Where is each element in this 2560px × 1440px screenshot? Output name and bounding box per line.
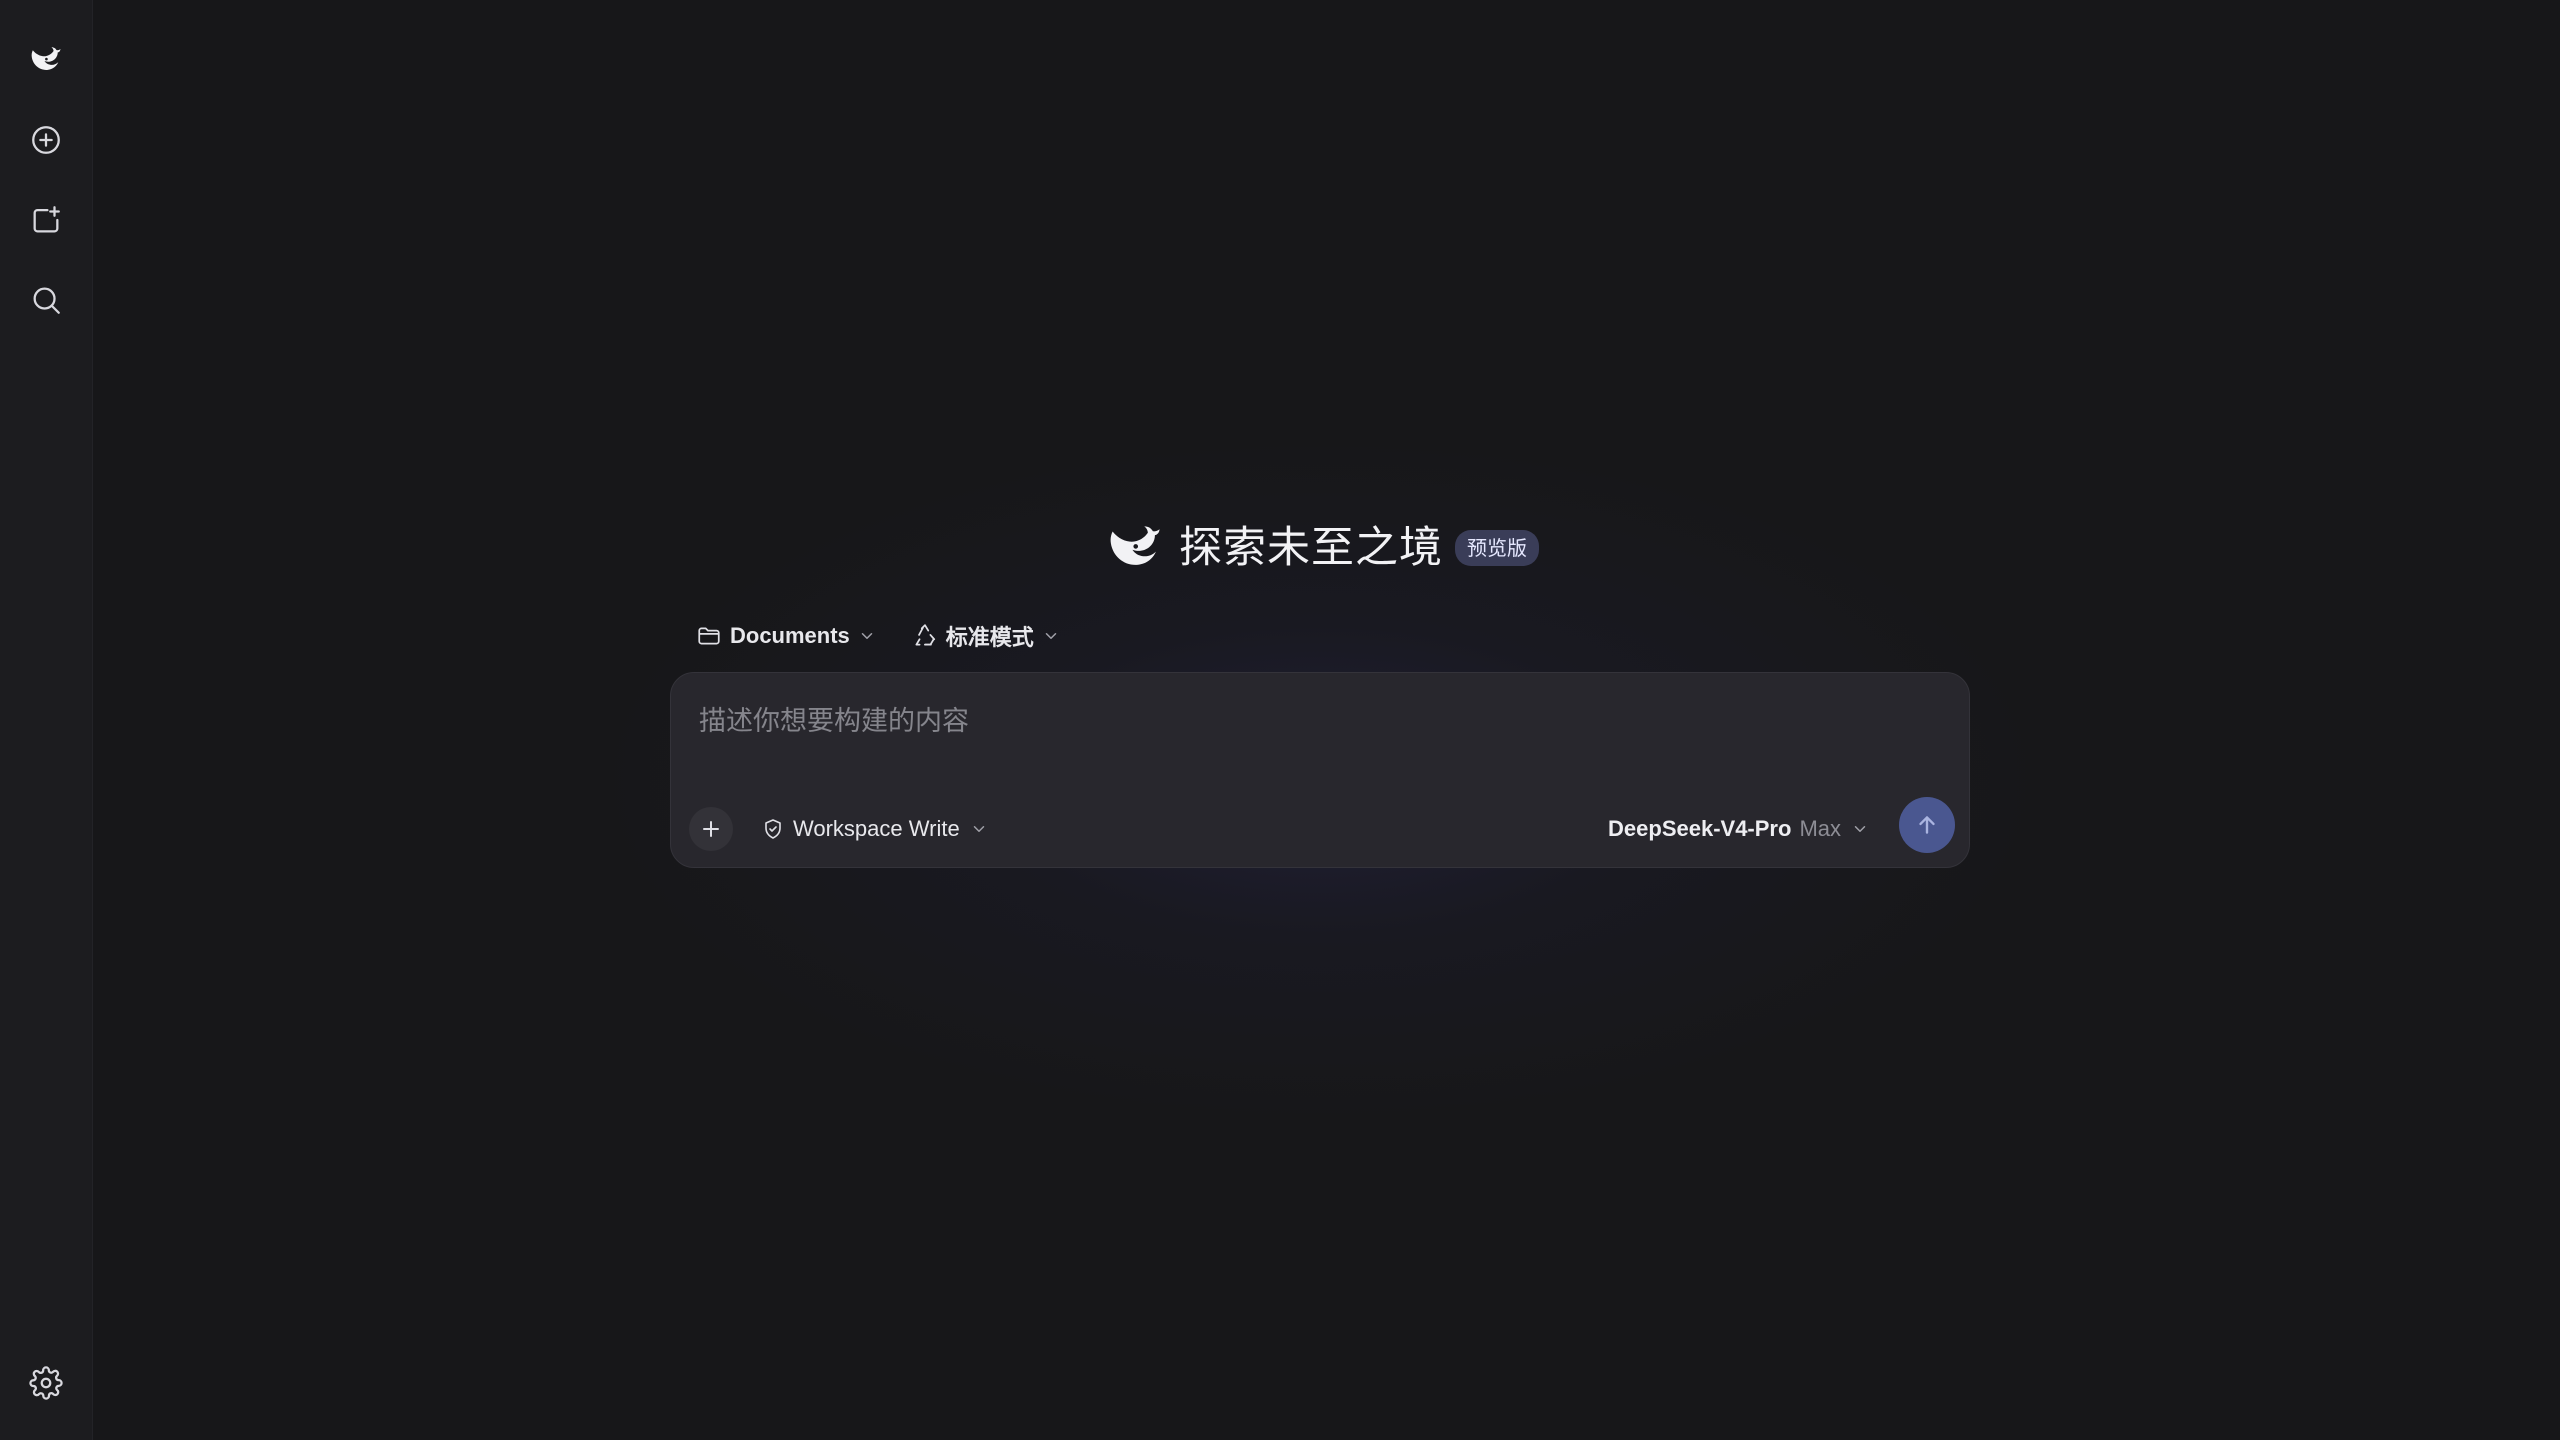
- model-name: DeepSeek-V4-Pro: [1608, 816, 1792, 841]
- chevron-down-icon: [1854, 826, 1866, 832]
- new-project-button[interactable]: [22, 196, 70, 244]
- prompt-input[interactable]: [697, 693, 1937, 749]
- whale-logo-icon: [1110, 526, 1160, 565]
- preview-badge: 预览版: [1455, 530, 1539, 566]
- send-button[interactable]: [1899, 797, 1955, 853]
- permission-selector-label: Workspace Write: [793, 816, 960, 841]
- shield-icon: [765, 819, 781, 839]
- sidebar-logo[interactable]: [22, 36, 70, 84]
- folder-selector[interactable]: Documents: [688, 616, 884, 656]
- arrow-up-icon: [1919, 816, 1935, 834]
- permission-selector[interactable]: Workspace Write: [761, 809, 988, 849]
- app-window: 探索未至之境 预览版 Documents 标准模式 描述你想要构建的内容 Wor…: [0, 0, 2560, 1440]
- recycle-icon: [915, 624, 935, 646]
- plus-icon: [703, 821, 719, 837]
- gear-icon: [29, 1366, 63, 1400]
- plus-circle-icon: [32, 126, 60, 154]
- page-title: 探索未至之境: [1179, 523, 1443, 573]
- hero-header: 探索未至之境 预览版: [1105, 518, 1539, 578]
- model-level: Max: [1799, 816, 1841, 841]
- chevron-down-icon: [861, 633, 873, 639]
- context-selectors: Documents 标准模式: [688, 616, 1068, 656]
- sidebar: [0, 0, 93, 1440]
- add-attachment-button[interactable]: [689, 807, 733, 851]
- model-selector[interactable]: DeepSeek-V4-Pro Max: [1608, 809, 1869, 849]
- folder-plus-icon: [33, 206, 60, 233]
- whale-logo-icon: [31, 47, 61, 70]
- prompt-composer: Workspace Write DeepSeek-V4-Pro Max: [670, 672, 1970, 868]
- folder-icon: [698, 627, 720, 645]
- mode-selector[interactable]: 标准模式: [904, 616, 1068, 656]
- mode-selector-label: 标准模式: [945, 626, 1034, 651]
- chevron-down-icon: [1045, 633, 1057, 639]
- new-chat-button[interactable]: [22, 116, 70, 164]
- main-area: 探索未至之境 预览版 Documents 标准模式 描述你想要构建的内容 Wor…: [93, 0, 2560, 1440]
- chevron-down-icon: [973, 826, 984, 832]
- search-button[interactable]: [22, 276, 70, 324]
- search-icon: [33, 287, 60, 314]
- folder-selector-label: Documents: [730, 623, 850, 648]
- settings-button[interactable]: [22, 1359, 70, 1407]
